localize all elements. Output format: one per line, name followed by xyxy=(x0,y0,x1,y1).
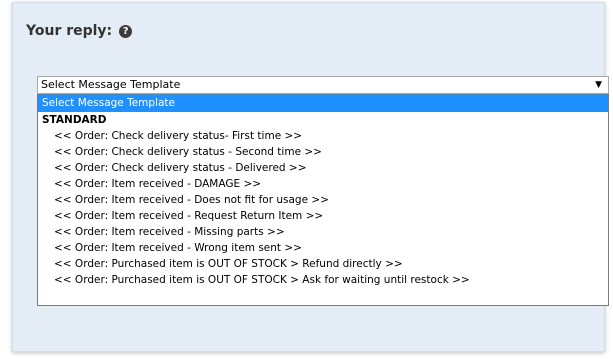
optgroup-standard: STANDARD xyxy=(42,114,107,126)
reply-header: Your reply: ? xyxy=(26,23,133,39)
option-request-return[interactable]: << Order: Item received - Request Return… xyxy=(38,208,608,224)
message-template-select[interactable]: Select Message Template ▼ xyxy=(37,76,609,94)
option-item-damage[interactable]: << Order: Item received - DAMAGE >> xyxy=(38,176,608,192)
select-value: Select Message Template xyxy=(41,78,181,91)
option-check-delivery-second[interactable]: << Order: Check delivery status - Second… xyxy=(38,144,608,160)
dropdown-arrow-icon[interactable]: ▼ xyxy=(595,77,602,93)
option-placeholder[interactable]: Select Message Template xyxy=(38,95,608,112)
option-out-of-stock-refund[interactable]: << Order: Purchased item is OUT OF STOCK… xyxy=(38,256,608,272)
option-check-delivery-delivered[interactable]: << Order: Check delivery status - Delive… xyxy=(38,160,608,176)
option-item-not-fit[interactable]: << Order: Item received - Does not fit f… xyxy=(38,192,608,208)
template-dropdown-list: Select Message Template STANDARD << Orde… xyxy=(37,94,609,306)
option-wrong-item[interactable]: << Order: Item received - Wrong item sen… xyxy=(38,240,608,256)
option-out-of-stock-wait[interactable]: << Order: Purchased item is OUT OF STOCK… xyxy=(38,272,608,288)
option-check-delivery-first[interactable]: << Order: Check delivery status- First t… xyxy=(38,128,608,144)
question-circle-icon[interactable]: ? xyxy=(119,24,133,38)
option-missing-parts[interactable]: << Order: Item received - Missing parts … xyxy=(38,224,608,240)
reply-label: Your reply: xyxy=(26,23,113,39)
